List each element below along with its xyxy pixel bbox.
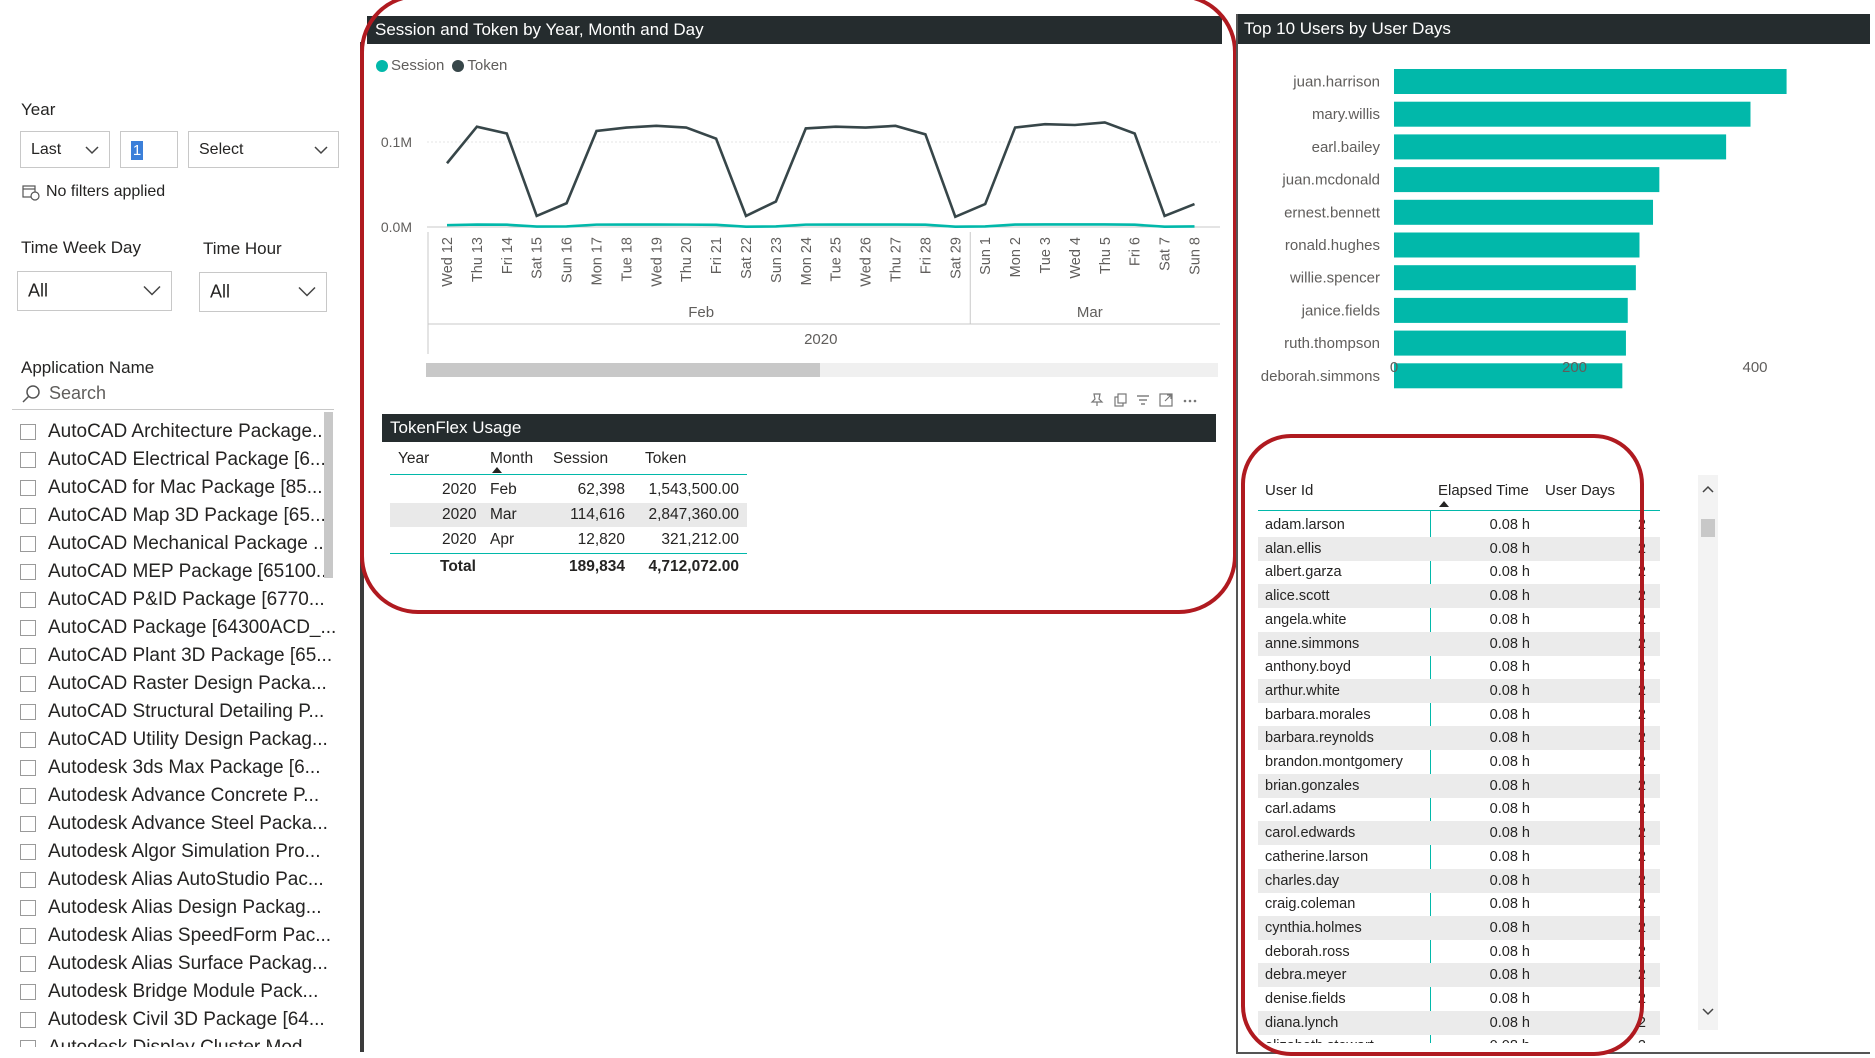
cell-user-days: 2 (1637, 777, 1646, 794)
cell-user-days: 2 (1637, 517, 1646, 533)
cell-user-days: 2 (1637, 611, 1646, 628)
cell-user-days: 2 (1637, 659, 1646, 676)
table-row[interactable]: diana.lynch 0.08 h 2 (1258, 1010, 1660, 1035)
user-table-scrollbar[interactable] (1698, 475, 1718, 1030)
cell-elapsed-time: 0.08 h (1489, 777, 1530, 794)
cell-elapsed-time: 0.08 h (1489, 564, 1530, 581)
cell-user-id: barbara.reynolds (1265, 730, 1374, 747)
cell-user-days: 2 (1637, 919, 1646, 936)
cell-user-days: 2 (1637, 588, 1646, 605)
cell-user-days: 2 (1637, 872, 1646, 889)
cell-user-id: carol.edwards (1265, 825, 1356, 842)
cell-elapsed-time: 0.08 h (1489, 943, 1530, 960)
cell-user-id: charles.day (1265, 872, 1340, 889)
table-row[interactable]: cynthia.holmes 0.08 h 2 (1258, 915, 1660, 940)
table-row[interactable]: charles.day 0.08 h 2 (1258, 868, 1660, 893)
table-row[interactable]: arthur.white 0.08 h 2 (1258, 678, 1660, 703)
user-scrollbar-thumb[interactable] (1701, 519, 1715, 537)
cell-user-days: 2 (1637, 730, 1646, 747)
cell-user-id: albert.garza (1265, 564, 1342, 581)
cell-elapsed-time: 0.08 h (1489, 896, 1530, 913)
cell-elapsed-time: 0.08 h (1489, 825, 1530, 842)
cell-elapsed-time: 0.08 h (1489, 611, 1530, 628)
cell-user-id: adam.larson (1265, 517, 1345, 533)
cell-elapsed-time: 0.08 h (1489, 540, 1530, 557)
cell-user-days: 2 (1637, 564, 1646, 581)
table-row[interactable]: debra.meyer 0.08 h 2 (1258, 963, 1660, 988)
table-row[interactable]: carol.edwards 0.08 h 2 (1258, 821, 1660, 846)
user-table-body: adam.larson 0.08 h 2 alan.ellis 0.08 h 2 alber… (0, 0, 1875, 1043)
cell-elapsed-time: 0.08 h (1489, 919, 1530, 936)
cell-elapsed-time: 0.08 h (1489, 588, 1530, 605)
scroll-up-icon[interactable] (1702, 485, 1714, 493)
cell-user-days: 2 (1637, 706, 1646, 723)
table-row[interactable]: albert.garza 0.08 h 2 (1258, 560, 1660, 584)
cell-elapsed-time: 0.08 h (1489, 635, 1530, 652)
cell-elapsed-time: 0.08 h (1489, 801, 1530, 818)
cell-user-id: craig.coleman (1265, 896, 1356, 913)
table-row[interactable]: anne.simmons 0.08 h 2 (1258, 631, 1660, 656)
cell-user-days: 2 (1637, 896, 1646, 913)
table-row[interactable]: catherine.larson 0.08 h 2 (1258, 845, 1660, 869)
table-row[interactable]: brian.gonzales 0.08 h 2 (1258, 773, 1660, 798)
cell-user-days: 2 (1637, 825, 1646, 842)
cell-user-id: alan.ellis (1265, 540, 1322, 557)
cell-user-id: denise.fields (1265, 991, 1346, 1007)
scroll-down-icon[interactable] (1702, 1008, 1714, 1016)
cell-user-days: 2 (1637, 635, 1646, 652)
cell-elapsed-time: 0.08 h (1489, 1014, 1530, 1031)
cell-user-id: debra.meyer (1265, 967, 1347, 984)
cell-elapsed-time: 0.08 h (1489, 848, 1530, 865)
cell-elapsed-time: 0.08 h (1489, 967, 1530, 984)
cell-elapsed-time: 0.08 h (1489, 659, 1530, 676)
cell-elapsed-time: 0.08 h (1489, 991, 1530, 1007)
cell-user-days: 2 (1637, 540, 1646, 557)
cell-user-id: anthony.boyd (1265, 659, 1351, 676)
table-row[interactable]: denise.fields 0.08 h 2 (1258, 987, 1660, 1011)
cell-elapsed-time: 0.08 h (1489, 730, 1530, 747)
cell-user-id: barbara.morales (1265, 706, 1371, 723)
table-row[interactable]: anthony.boyd 0.08 h 2 (1258, 655, 1660, 679)
cell-user-id: carl.adams (1265, 801, 1336, 818)
right-panel-bottom-border (1236, 1052, 1870, 1054)
cell-elapsed-time: 0.08 h (1490, 1038, 1530, 1043)
cell-elapsed-time: 0.08 h (1489, 682, 1530, 699)
table-row[interactable]: brandon.montgomery 0.08 h 2 (1258, 750, 1660, 774)
table-row[interactable]: barbara.morales 0.08 h 2 (1258, 703, 1660, 727)
cell-user-id: angela.white (1265, 611, 1347, 628)
cell-user-id: deborah.ross (1265, 943, 1350, 960)
table-row[interactable]: angela.white 0.08 h 2 (1258, 608, 1660, 632)
cell-user-days: 2 (1637, 991, 1646, 1007)
cell-user-days: 2 (1637, 801, 1646, 818)
cell-elapsed-time: 0.08 h (1489, 754, 1530, 770)
table-row[interactable]: carl.adams 0.08 h 2 (1258, 797, 1660, 821)
cell-user-days: 2 (1637, 1014, 1646, 1031)
cell-user-days: 2 (1638, 1038, 1646, 1043)
cell-user-days: 2 (1637, 943, 1646, 960)
cell-user-id: brandon.montgomery (1265, 754, 1403, 770)
cell-user-days: 2 (1637, 754, 1646, 770)
table-row[interactable]: alan.ellis 0.08 h 2 (1258, 536, 1660, 561)
cell-user-id: alice.scott (1265, 588, 1330, 605)
cell-user-id: cynthia.holmes (1265, 919, 1362, 936)
table-row[interactable]: craig.coleman 0.08 h 2 (1258, 892, 1660, 916)
cell-user-id: arthur.white (1265, 682, 1340, 699)
table-row[interactable]: alice.scott 0.08 h 2 (1258, 584, 1660, 609)
table-row[interactable]: elizabeth.stewart 0.08 h 2 (1258, 1034, 1660, 1043)
cell-user-id: brian.gonzales (1265, 777, 1360, 794)
cell-user-days: 2 (1637, 848, 1646, 865)
cell-user-id: catherine.larson (1265, 848, 1369, 865)
cell-elapsed-time: 0.08 h (1489, 706, 1530, 723)
cell-user-days: 2 (1637, 682, 1646, 699)
cell-user-id: anne.simmons (1265, 635, 1360, 652)
cell-user-id: elizabeth.stewart (1265, 1038, 1374, 1043)
table-row[interactable]: adam.larson 0.08 h 2 (1258, 513, 1660, 537)
table-row[interactable]: barbara.reynolds 0.08 h 2 (1258, 726, 1660, 751)
cell-user-id: diana.lynch (1265, 1014, 1339, 1031)
cell-elapsed-time: 0.08 h (1489, 872, 1530, 889)
cell-user-days: 2 (1637, 967, 1646, 984)
cell-elapsed-time: 0.08 h (1489, 517, 1530, 533)
table-row[interactable]: deborah.ross 0.08 h 2 (1258, 940, 1660, 964)
